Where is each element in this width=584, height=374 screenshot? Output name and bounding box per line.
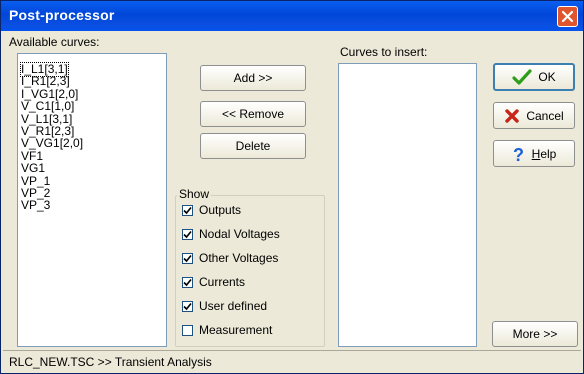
checked-box-icon[interactable] bbox=[182, 204, 193, 216]
close-icon bbox=[561, 10, 574, 23]
show-option-label: Measurement bbox=[199, 323, 273, 337]
show-option-label: User defined bbox=[199, 299, 268, 313]
help-button[interactable]: ? Help bbox=[493, 140, 575, 167]
show-option-checkbox[interactable]: User defined bbox=[182, 299, 267, 313]
close-button[interactable] bbox=[557, 6, 578, 27]
checked-box-icon[interactable] bbox=[182, 276, 193, 288]
show-option-checkbox[interactable]: Other Voltages bbox=[182, 251, 278, 265]
add-button[interactable]: Add >> bbox=[200, 65, 306, 91]
show-option-checkbox[interactable]: Currents bbox=[182, 275, 245, 289]
remove-button-label: << Remove bbox=[221, 107, 285, 121]
svg-text:?: ? bbox=[513, 145, 524, 163]
more-button[interactable]: More >> bbox=[492, 321, 578, 347]
cancel-button[interactable]: Cancel bbox=[493, 102, 575, 129]
curves-to-insert-list[interactable] bbox=[338, 63, 477, 347]
more-button-label: More >> bbox=[512, 327, 558, 341]
checked-box-icon[interactable] bbox=[182, 228, 193, 240]
checked-box-icon[interactable] bbox=[182, 252, 193, 264]
ok-button-label: OK bbox=[538, 70, 556, 84]
status-bar: RLC_NEW.TSC >> Transient Analysis bbox=[3, 350, 581, 372]
delete-button[interactable]: Delete bbox=[200, 133, 306, 159]
show-option-checkbox[interactable]: Outputs bbox=[182, 203, 241, 217]
delete-button-label: Delete bbox=[235, 139, 271, 153]
show-option-checkbox[interactable]: Nodal Voltages bbox=[182, 227, 280, 241]
curve-list-item[interactable]: VP_3 bbox=[21, 199, 50, 212]
show-group-title: Show bbox=[177, 187, 212, 201]
remove-button[interactable]: << Remove bbox=[200, 101, 306, 127]
show-option-label: Currents bbox=[199, 275, 246, 289]
unchecked-box-icon[interactable] bbox=[182, 324, 193, 336]
show-option-label: Nodal Voltages bbox=[199, 227, 280, 241]
show-option-checkbox[interactable]: Measurement bbox=[182, 323, 272, 337]
ok-button[interactable]: OK bbox=[493, 63, 575, 91]
cross-icon bbox=[504, 108, 520, 124]
post-processor-dialog: Post-processor Available curves: I_L1[3,… bbox=[0, 0, 584, 374]
question-mark-icon: ? bbox=[512, 145, 526, 163]
help-button-label: Help bbox=[532, 147, 557, 161]
cancel-button-label: Cancel bbox=[526, 108, 564, 123]
title-bar[interactable]: Post-processor bbox=[1, 1, 583, 31]
status-text: RLC_NEW.TSC >> Transient Analysis bbox=[9, 355, 212, 369]
add-button-label: Add >> bbox=[233, 71, 273, 85]
curves-to-insert-label: Curves to insert: bbox=[340, 45, 428, 59]
checkmark-icon bbox=[512, 69, 532, 85]
available-curves-list[interactable]: I_L1[3,1] I_R1[2,3] I_VG1[2,0] V_C1[1,0] V_L… bbox=[17, 53, 167, 347]
window-title: Post-processor bbox=[9, 7, 115, 23]
checked-box-icon[interactable] bbox=[182, 300, 193, 312]
show-option-label: Other Voltages bbox=[199, 251, 279, 265]
show-option-label: Outputs bbox=[199, 203, 242, 217]
help-rest: elp bbox=[540, 146, 557, 161]
available-curves-label: Available curves: bbox=[9, 35, 100, 49]
